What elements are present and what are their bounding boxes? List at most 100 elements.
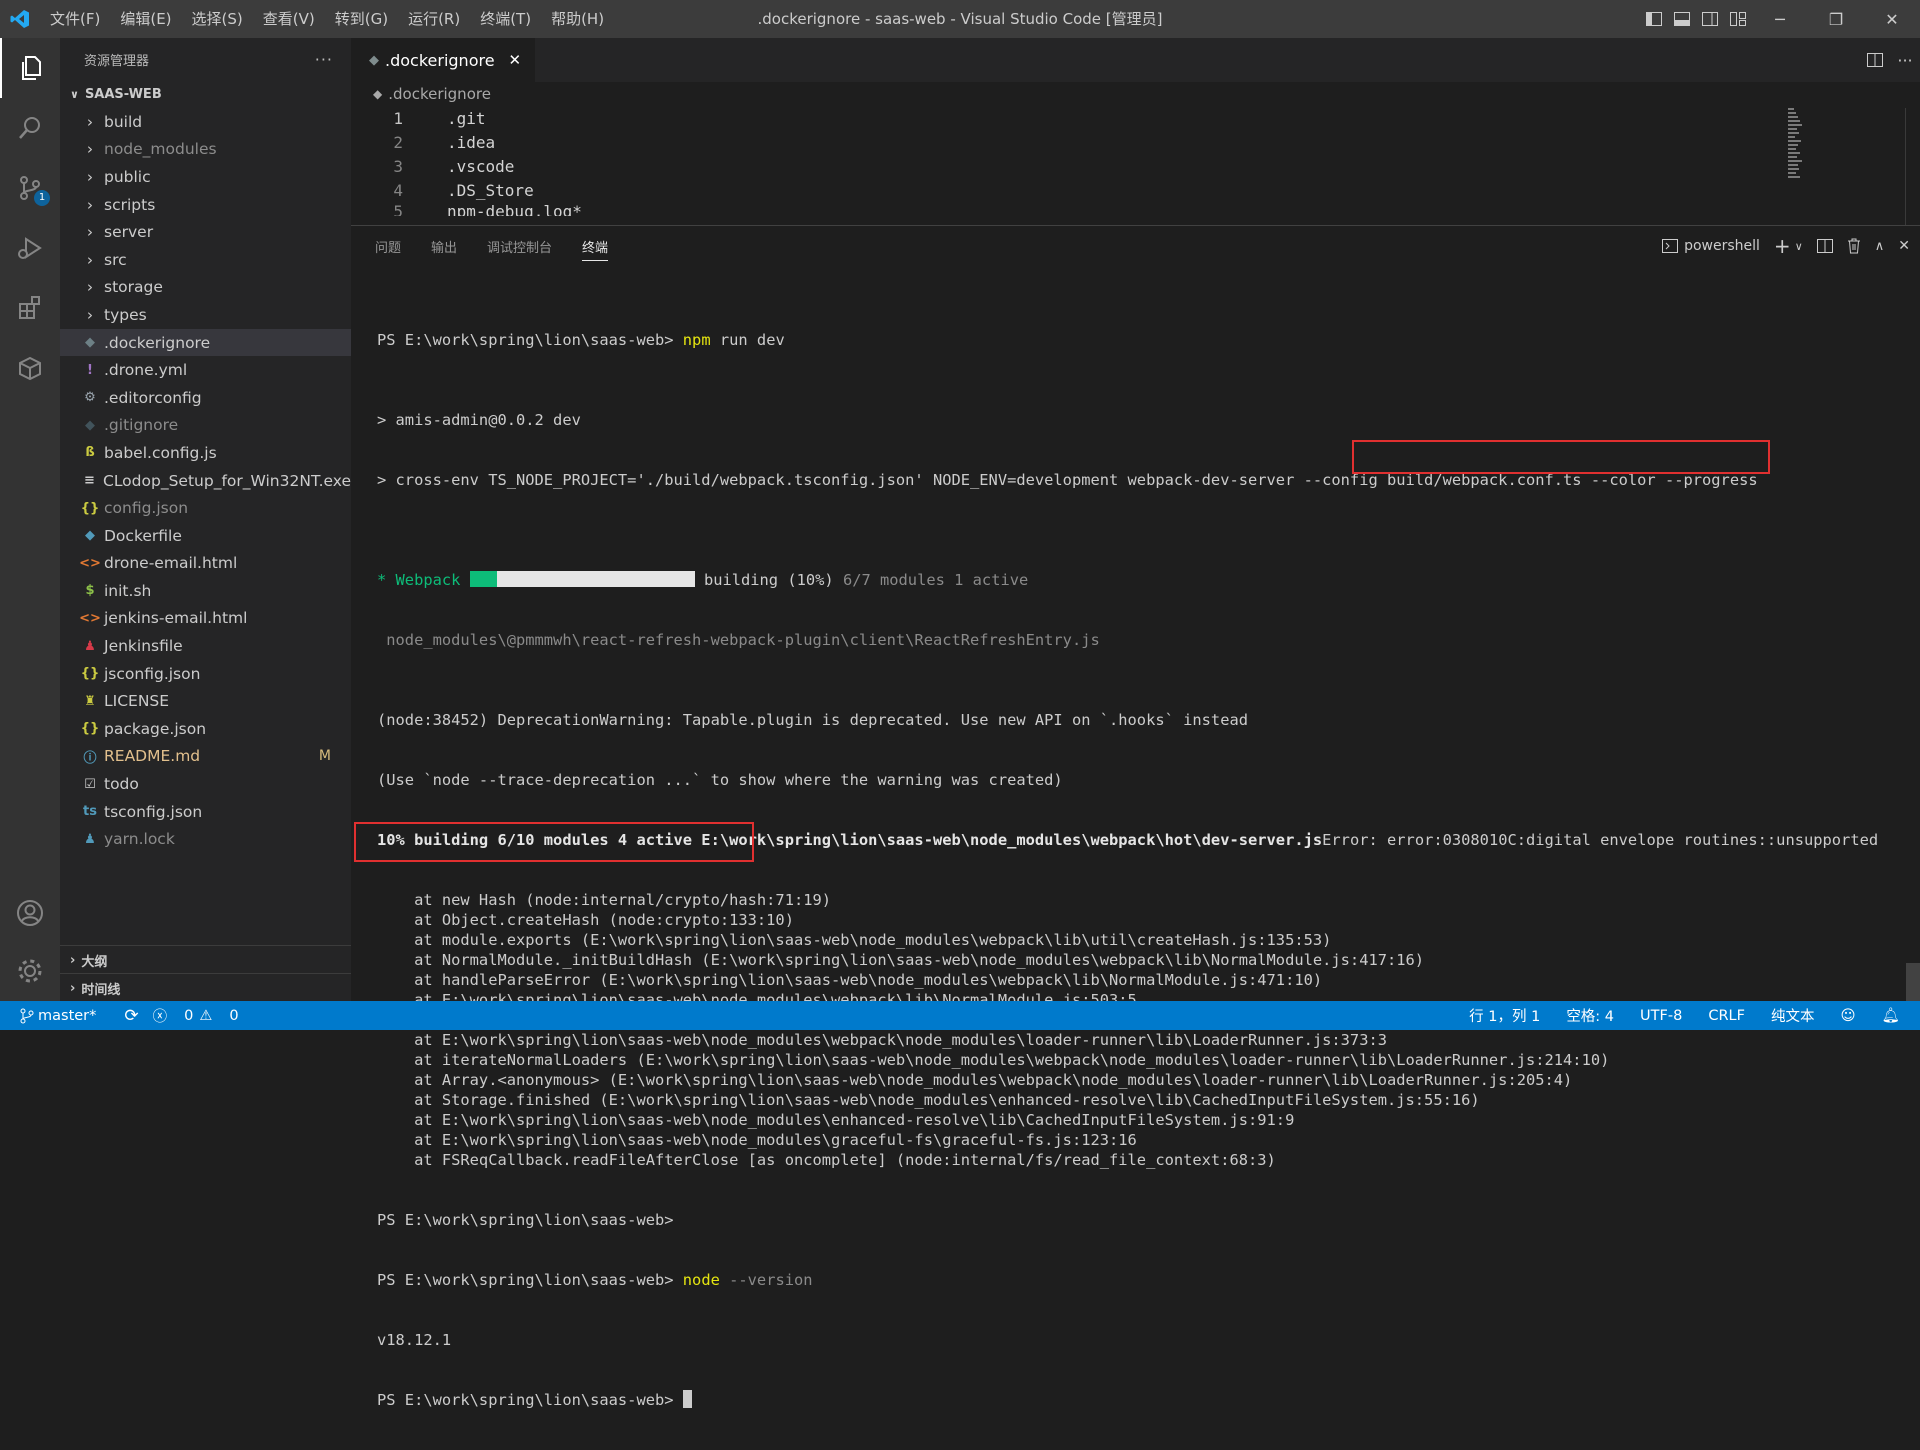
code-area[interactable]: 1 .git 2 .idea 3 .vscode 4 .DS_Store 5 npm-debug.… [351,106,1920,217]
close-tab-icon[interactable]: ✕ [509,51,522,69]
tree-file[interactable]: ◆ .gitignore [60,412,351,440]
line-ending[interactable]: CRLF [1708,1008,1745,1024]
tree-file[interactable]: {} config.json [60,494,351,522]
explorer-icon[interactable] [0,38,62,98]
split-editor-icon[interactable] [1860,53,1890,67]
run-debug-icon[interactable] [0,218,60,278]
folder-label: node_modules [104,140,217,159]
tree-file[interactable]: ⚙ .editorconfig [60,384,351,412]
tree-folder[interactable]: › src [60,246,351,274]
panel-tab[interactable]: 终端 [582,233,609,261]
sync-icon[interactable]: ⟳ [124,1006,138,1026]
panel-tab[interactable]: 输出 [431,233,457,259]
tree-folder[interactable]: › scripts [60,191,351,219]
editor-scrollbar[interactable] [1905,108,1920,225]
tree-folder[interactable]: › storage [60,274,351,302]
tree-file[interactable]: <> drone-email.html [60,550,351,578]
tree-folder[interactable]: › types [60,301,351,329]
remote-explorer-icon[interactable] [0,338,60,398]
tree-folder[interactable]: › build [60,108,351,136]
file-label: Dockerfile [104,526,182,545]
panel-tab[interactable]: 调试控制台 [487,233,552,259]
chevron-right-icon: › [86,305,94,324]
tab-dockerignore[interactable]: ◆ .dockerignore ✕ [351,38,536,82]
tree-file[interactable]: <> jenkins-email.html [60,605,351,633]
account-icon[interactable] [0,883,60,943]
extensions-icon[interactable] [0,278,60,338]
minimize-icon[interactable]: ─ [1752,0,1808,38]
outline-section[interactable]: › 大纲 [60,945,351,974]
tree-folder[interactable]: › public [60,163,351,191]
terminal-line: (node:38452) DeprecationWarning: Tapable… [377,711,1248,729]
kill-terminal-trash-icon[interactable] [1847,238,1861,254]
terminal-line: (Use `node --trace-deprecation ...` to s… [377,771,1063,789]
menu-item[interactable]: 编辑(E) [110,0,181,38]
project-section-title[interactable]: ∨ SAAS-WEB [60,80,351,108]
indentation[interactable]: 空格: 4 [1566,1005,1614,1026]
close-window-icon[interactable]: ✕ [1864,0,1920,38]
tree-file[interactable]: ß babel.config.js [60,439,351,467]
stack-frame: at Object.createHash (node:crypto:133:10… [377,911,794,929]
tree-file[interactable]: ♟ Jenkinsfile [60,632,351,660]
editor-more-icon[interactable]: ··· [1890,51,1920,70]
customize-layout-icon[interactable] [1724,0,1752,38]
tree-file[interactable]: ◆ Dockerfile [60,522,351,550]
encoding[interactable]: UTF-8 [1640,1008,1682,1024]
terminal-scrollbar-thumb[interactable] [1906,963,1920,1001]
minimap [1788,108,1802,178]
toggle-sidebar-icon[interactable] [1640,0,1668,38]
feedback-icon[interactable]: ☺ [1840,1008,1855,1024]
tree-file[interactable]: ☑ todo [60,770,351,798]
tree-file[interactable]: ⓘ README.md M [60,743,351,771]
stack-frame: at module.exports (E:\work\spring\lion\s… [377,931,1332,949]
tree-file[interactable]: {} jsconfig.json [60,660,351,688]
tree-file[interactable]: ≡ CLodop_Setup_for_Win32NT.exe [60,467,351,495]
menu-item[interactable]: 运行(R) [398,0,470,38]
settings-gear-icon[interactable] [0,941,60,1001]
toggle-secondary-sidebar-icon[interactable] [1696,0,1724,38]
tree-file[interactable]: ♟ yarn.lock [60,825,351,853]
toggle-panel-icon[interactable] [1668,0,1696,38]
menu-item[interactable]: 文件(F) [40,0,110,38]
tree-file[interactable]: $ init.sh [60,577,351,605]
restore-icon[interactable]: ❐ [1808,0,1864,38]
tree-folder[interactable]: › node_modules [60,136,351,164]
terminal-dropdown-icon[interactable]: ∨ [1795,240,1803,253]
tree-folder[interactable]: › server [60,218,351,246]
file-label: Jenkinsfile [104,637,183,656]
terminal-shell-name[interactable]: powershell [1684,238,1760,254]
source-control-icon[interactable]: 1 [0,158,60,218]
breadcrumb[interactable]: ◆ .dockerignore [351,82,1920,106]
code-line: 3 .vscode [351,154,1920,178]
file-label: jsconfig.json [104,664,201,683]
new-terminal-icon[interactable]: + [1774,234,1791,258]
menu-item[interactable]: 帮助(H) [541,0,614,38]
search-icon[interactable] [0,98,60,158]
problems-status[interactable]: ⓧ 0 ⚠ 0 [153,1005,253,1026]
cursor-position[interactable]: 行 1，列 1 [1469,1005,1540,1026]
maximize-panel-icon[interactable]: ∧ [1875,239,1885,254]
tree-file[interactable]: {} package.json [60,715,351,743]
branch-status[interactable]: master* [20,1008,110,1024]
language-mode[interactable]: 纯文本 [1771,1005,1815,1026]
code-line: 4 .DS_Store [351,178,1920,202]
close-panel-icon[interactable]: ✕ [1898,238,1910,254]
menu-item[interactable]: 转到(G) [325,0,398,38]
more-actions-icon[interactable]: ··· [315,50,333,69]
tree-file[interactable]: ts tsconfig.json [60,798,351,826]
editor-area: ◆ .dockerignore ✕ ··· ◆ .dockerignore 1.… [351,38,1920,225]
timeline-section[interactable]: › 时间线 [60,973,351,1002]
menu-item[interactable]: 查看(V) [253,0,325,38]
terminal-line: node_modules\@pmmmwh\react-refresh-webpa… [377,631,1100,649]
menu-item[interactable]: 选择(S) [182,0,253,38]
split-terminal-icon[interactable] [1816,239,1833,253]
tree-file[interactable]: ♜ LICENSE [60,687,351,715]
panel-tab[interactable]: 问题 [375,233,401,259]
line-number: 5 [393,202,403,216]
tree-file[interactable]: ◆ .dockerignore [60,328,351,357]
stack-frame: at new Hash (node:internal/crypto/hash:7… [377,891,832,909]
notifications-bell-icon[interactable]: 🔔︎ [1882,1007,1900,1024]
file-label: package.json [104,719,207,738]
menu-item[interactable]: 终端(T) [470,0,541,38]
tree-file[interactable]: ! .drone.yml [60,356,351,384]
